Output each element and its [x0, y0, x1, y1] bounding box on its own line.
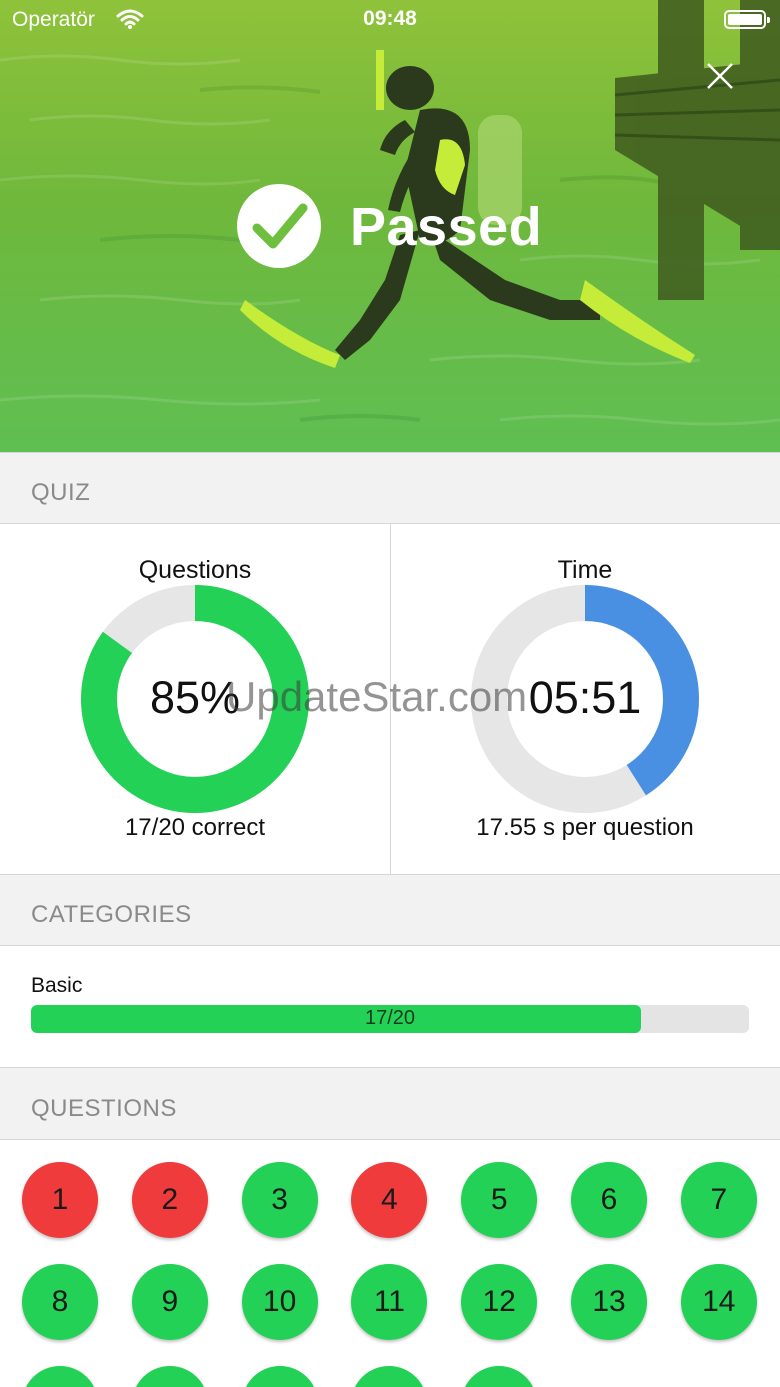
question-grid: 12345678910111213141516171819: [0, 1140, 780, 1387]
passed-check-icon: [237, 184, 321, 268]
question-18-button[interactable]: 18: [351, 1366, 428, 1387]
status-bar: Operatör 09:48: [0, 0, 780, 40]
question-9-button[interactable]: 9: [131, 1264, 208, 1340]
quiz-section-title: QUIZ: [31, 479, 91, 506]
status-time: 09:48: [363, 7, 417, 30]
quiz-section-header: QUIZ: [0, 452, 780, 524]
questions-section-title: QUESTIONS: [31, 1095, 177, 1122]
question-3-button[interactable]: 3: [241, 1162, 318, 1238]
question-2-button[interactable]: 2: [131, 1162, 208, 1238]
question-10-button[interactable]: 10: [241, 1264, 318, 1340]
questions-stat-title: Questions: [138, 556, 252, 584]
category-score: 17/20: [364, 1007, 416, 1029]
time-per-question: 17.55 s per question: [476, 814, 694, 841]
close-button[interactable]: [700, 56, 740, 96]
question-5-button[interactable]: 5: [461, 1162, 538, 1238]
question-11-button[interactable]: 11: [351, 1264, 428, 1340]
result-label: Passed: [350, 197, 543, 257]
time-elapsed: 05:51: [528, 672, 642, 723]
category-row: Basic 17/20: [0, 946, 780, 1067]
result-hero: Operatör 09:48 Passed: [0, 0, 780, 452]
question-8-button[interactable]: 8: [22, 1264, 98, 1340]
question-7-button[interactable]: 7: [680, 1162, 757, 1238]
category-progress-bar: 17/20: [31, 1005, 749, 1033]
question-15-button[interactable]: 15: [22, 1366, 98, 1387]
questions-percent: 85%: [149, 672, 241, 723]
categories-section-title: CATEGORIES: [31, 901, 192, 928]
questions-stat: Questions 85% 17/20 correct: [0, 524, 390, 874]
category-name: Basic: [31, 974, 83, 997]
question-12-button[interactable]: 12: [461, 1264, 538, 1340]
close-icon: [707, 63, 733, 89]
time-stat: Time 05:51 17.55 s per question: [390, 524, 780, 874]
question-13-button[interactable]: 13: [571, 1264, 647, 1340]
question-19-button[interactable]: 19: [461, 1366, 538, 1387]
question-4-button[interactable]: 4: [351, 1162, 428, 1238]
questions-correct-count: 17/20 correct: [124, 814, 266, 841]
categories-section-header: CATEGORIES: [0, 874, 780, 946]
question-6-button[interactable]: 6: [571, 1162, 647, 1238]
question-17-button[interactable]: 17: [241, 1366, 318, 1387]
question-1-button[interactable]: 1: [22, 1162, 98, 1238]
quiz-summary: Questions 85% 17/20 correct Time 05:51 1…: [0, 524, 780, 874]
question-16-button[interactable]: 16: [131, 1366, 208, 1387]
question-14-button[interactable]: 14: [680, 1264, 757, 1340]
questions-section-header: QUESTIONS: [0, 1067, 780, 1140]
time-stat-title: Time: [557, 556, 613, 584]
battery-icon: [724, 10, 770, 29]
